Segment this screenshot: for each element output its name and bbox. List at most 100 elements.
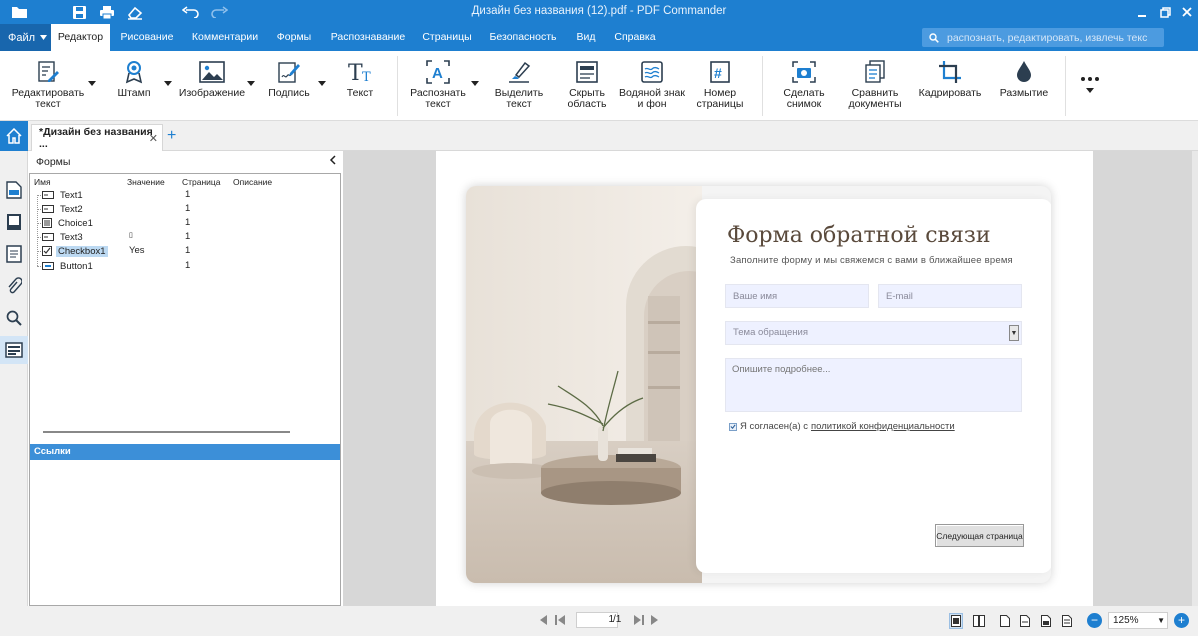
field-page: 1 — [185, 245, 191, 256]
email-field[interactable] — [878, 284, 1022, 308]
add-tab-icon[interactable]: + — [167, 127, 176, 145]
chevron-down-icon: ▼ — [1157, 616, 1165, 625]
svg-text:#: # — [714, 65, 722, 81]
consent-checkbox[interactable] — [729, 422, 737, 431]
search-panel-icon[interactable] — [5, 309, 23, 327]
fit-width-icon[interactable] — [1018, 613, 1032, 629]
file-menu[interactable]: Файл — [0, 24, 51, 51]
stamp-dropdown-icon[interactable] — [164, 81, 172, 87]
home-icon[interactable] — [0, 121, 28, 151]
last-page-icon[interactable] — [633, 614, 645, 626]
bookmarks-icon[interactable] — [5, 213, 23, 231]
table-row[interactable]: Button1 1 — [30, 259, 340, 273]
signature-button[interactable]: Подпись — [266, 59, 312, 99]
zoom-in-button[interactable]: + — [1174, 613, 1189, 628]
forms-panel-icon[interactable] — [0, 336, 28, 364]
attachment-icon[interactable] — [5, 277, 23, 295]
topic-select[interactable]: Тема обращения ▼ — [725, 321, 1022, 345]
tab-document[interactable]: *Дизайн без названия ... ✕ — [31, 124, 163, 151]
column-description[interactable]: Описание — [233, 177, 272, 187]
minimize-icon[interactable] — [1131, 3, 1153, 21]
chevron-down-icon[interactable]: ▼ — [1009, 325, 1019, 341]
watermark-icon — [638, 59, 666, 85]
consent-checkbox-row[interactable]: Я согласен(а) с политикой конфиденциальн… — [729, 421, 955, 432]
table-row[interactable]: Text2 1 — [30, 202, 340, 216]
panel-bottom-bar — [0, 606, 343, 636]
more-icon[interactable] — [1080, 75, 1100, 97]
first-page-icon[interactable] — [554, 614, 566, 626]
button-field-icon — [42, 262, 54, 270]
table-row[interactable]: Text3 ▯ 1 — [30, 230, 340, 244]
column-name[interactable]: Имя — [34, 177, 51, 187]
column-page[interactable]: Страница — [182, 177, 221, 187]
name-field[interactable] — [725, 284, 869, 308]
tab-comments[interactable]: Комментарии — [185, 24, 265, 51]
signature-label: Подпись — [268, 87, 310, 99]
recognize-dropdown-icon[interactable] — [471, 81, 479, 87]
collapse-panel-icon[interactable] — [329, 155, 337, 165]
topic-select-value: Тема обращения — [733, 327, 808, 338]
close-tab-icon[interactable]: ✕ — [149, 132, 158, 145]
table-row[interactable]: Checkbox1 Yes 1 — [30, 244, 340, 258]
compare-button[interactable]: Сравнить документы — [844, 59, 906, 110]
document-icon[interactable] — [5, 245, 23, 263]
blur-button[interactable]: Размытие — [998, 59, 1050, 99]
table-row[interactable]: Text1 1 — [30, 188, 340, 202]
snapshot-button[interactable]: Сделать снимок — [776, 59, 832, 110]
ribbon-separator — [762, 56, 763, 116]
actual-size-icon[interactable] — [1039, 613, 1053, 629]
tab-help[interactable]: Справка — [610, 24, 660, 51]
restore-icon[interactable] — [1154, 3, 1176, 21]
tab-editor[interactable]: Редактор — [51, 24, 110, 51]
highlight-icon — [505, 59, 533, 85]
stamp-button[interactable]: Штамп — [111, 59, 157, 99]
prev-page-arrow-icon[interactable] — [538, 614, 550, 626]
tab-pages[interactable]: Страницы — [417, 24, 477, 51]
stamp-icon — [120, 59, 148, 85]
snapshot-label: Сделать снимок — [783, 87, 825, 110]
svg-text:A: A — [432, 65, 443, 82]
details-textarea[interactable] — [725, 358, 1022, 412]
pdf-thumbnails-icon[interactable] — [5, 181, 23, 199]
vertical-scrollbar[interactable] — [1192, 151, 1198, 606]
text-button[interactable]: TT Текст — [338, 59, 382, 99]
zoom-out-button[interactable]: − — [1087, 613, 1102, 628]
edit-text-dropdown-icon[interactable] — [88, 81, 96, 87]
left-sidebar — [0, 151, 28, 636]
crop-icon — [936, 59, 964, 85]
links-section-header[interactable]: Ссылки — [30, 444, 340, 460]
recognize-text-button[interactable]: A Распознать текст — [405, 59, 471, 110]
image-dropdown-icon[interactable] — [247, 81, 255, 87]
tab-forms[interactable]: Формы — [270, 24, 318, 51]
search-box[interactable] — [922, 28, 1164, 47]
tab-recognition[interactable]: Распознавание — [324, 24, 412, 51]
column-value[interactable]: Значение — [127, 177, 165, 187]
zoom-select[interactable]: 125% ▼ — [1108, 612, 1168, 629]
next-page-arrow-icon[interactable] — [649, 614, 661, 626]
crop-button[interactable]: Кадрировать — [917, 59, 983, 99]
edit-text-button[interactable]: Редактировать текст — [11, 59, 85, 110]
tab-drawing[interactable]: Рисование — [113, 24, 181, 51]
two-page-view-icon[interactable] — [972, 613, 986, 629]
hide-area-button[interactable]: Скрыть область — [563, 59, 611, 110]
page-number-button[interactable]: # Номер страницы — [694, 59, 746, 110]
continuous-view-icon[interactable] — [1060, 613, 1074, 629]
table-row[interactable]: Choice1 1 — [30, 216, 340, 230]
privacy-policy-link[interactable]: политикой конфиденциальности — [811, 421, 955, 432]
next-page-button[interactable]: Следующая страница — [935, 524, 1024, 547]
image-button[interactable]: Изображение — [178, 59, 246, 99]
horizontal-scrollbar[interactable] — [43, 431, 290, 433]
text-field-icon — [42, 205, 54, 213]
signature-dropdown-icon[interactable] — [318, 81, 326, 87]
single-page-view-icon[interactable] — [949, 613, 963, 629]
snapshot-icon — [790, 59, 818, 85]
tab-security[interactable]: Безопасность — [483, 24, 563, 51]
fit-page-icon[interactable] — [998, 613, 1012, 629]
close-window-icon[interactable] — [1176, 3, 1198, 21]
tab-view[interactable]: Вид — [570, 24, 602, 51]
highlight-text-button[interactable]: Выделить текст — [492, 59, 546, 110]
page-number-input[interactable]: 1 — [576, 612, 618, 628]
forms-panel: Формы Имя Значение Страница Описание Tex… — [28, 151, 343, 636]
search-input[interactable] — [947, 31, 1147, 44]
watermark-button[interactable]: Водяной знак и фон — [618, 59, 686, 110]
